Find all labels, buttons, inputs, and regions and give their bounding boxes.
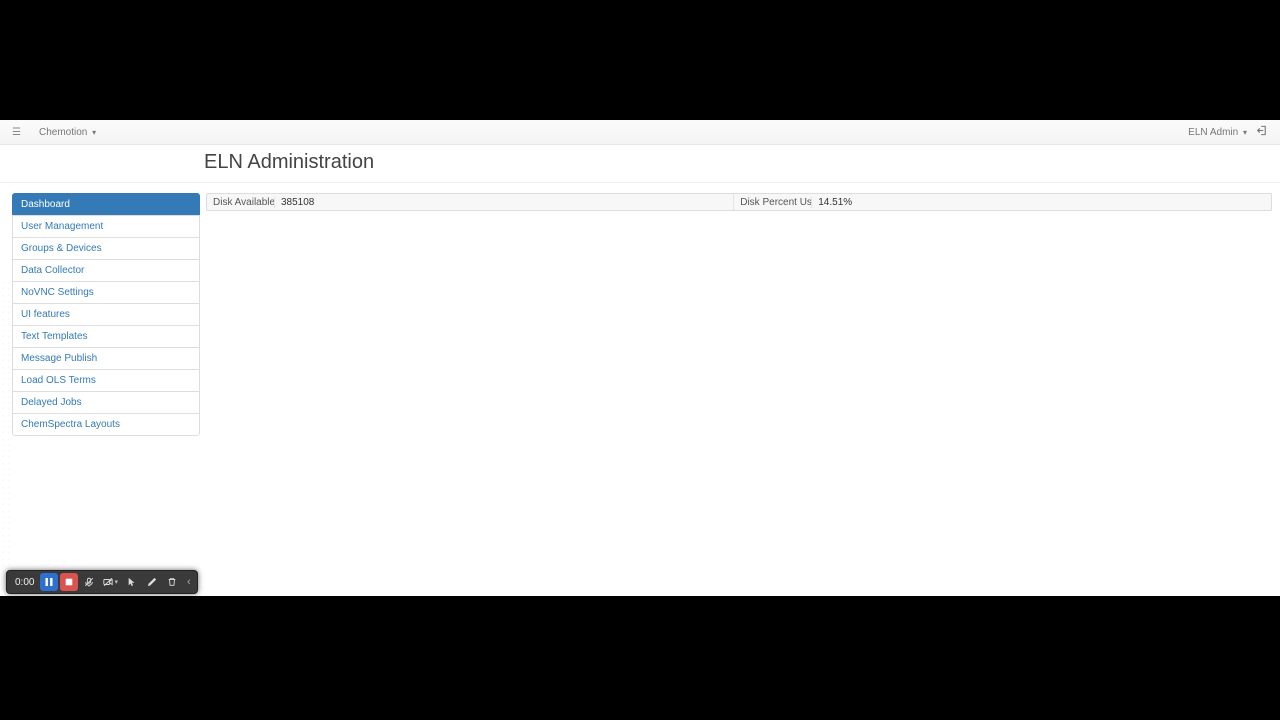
disk-percent-value: 14.51% — [812, 197, 858, 208]
stop-button[interactable] — [60, 573, 78, 591]
sidebar-item-label: ChemSpectra Layouts — [21, 419, 120, 430]
sidebar-item-groups-devices[interactable]: Groups & Devices — [12, 237, 200, 260]
sidebar-item-message-publish[interactable]: Message Publish — [12, 347, 200, 370]
sidebar-item-label: Load OLS Terms — [21, 375, 96, 386]
page-title: ELN Administration — [0, 145, 1280, 183]
mic-off-icon[interactable] — [80, 573, 98, 591]
sidebar-item-delayed-jobs[interactable]: Delayed Jobs — [12, 391, 200, 414]
pen-tool-icon[interactable] — [143, 573, 161, 591]
sidebar-item-label: Dashboard — [21, 199, 70, 210]
sidebar-item-ui-features[interactable]: UI features — [12, 303, 200, 326]
sidebar-item-label: Message Publish — [21, 353, 97, 364]
sidebar-item-label: Delayed Jobs — [21, 397, 82, 408]
logout-icon[interactable] — [1257, 125, 1268, 139]
sidebar-item-label: NoVNC Settings — [21, 287, 94, 298]
sidebar-item-dashboard[interactable]: Dashboard — [12, 193, 200, 216]
user-label: ELN Admin — [1188, 127, 1238, 138]
disk-available-value: 385108 — [275, 197, 320, 208]
disk-info-row: Disk Available (MB) 385108 Disk Percent … — [206, 193, 1272, 211]
sidebar-item-novnc-settings[interactable]: NoVNC Settings — [12, 281, 200, 304]
brand-dropdown[interactable]: Chemotion ▾ — [39, 127, 96, 138]
caret-down-icon: ▾ — [114, 578, 118, 586]
sidebar-item-label: User Management — [21, 221, 103, 232]
collapse-icon[interactable]: ‹ — [183, 576, 193, 588]
pause-button[interactable] — [40, 573, 58, 591]
sidebar-item-label: Text Templates — [21, 331, 88, 342]
sidebar-item-chemspectra-layouts[interactable]: ChemSpectra Layouts — [12, 413, 200, 436]
sidebar-item-user-management[interactable]: User Management — [12, 215, 200, 238]
sidebar-item-label: UI features — [21, 309, 70, 320]
brand-label: Chemotion — [39, 127, 87, 138]
sidebar-nav: Dashboard User Management Groups & Devic… — [12, 193, 200, 435]
navbar: ☰ Chemotion ▾ ELN Admin ▾ — [0, 120, 1280, 145]
dashboard-content: Disk Available (MB) 385108 Disk Percent … — [206, 193, 1272, 435]
webcam-off-icon[interactable]: ▾ — [100, 573, 121, 591]
sidebar-item-text-templates[interactable]: Text Templates — [12, 325, 200, 348]
caret-down-icon: ▾ — [1243, 128, 1247, 137]
disk-available-label: Disk Available (MB) — [207, 197, 275, 208]
recorder-toolbar: 0:00 ▾ ‹ — [6, 570, 198, 594]
sidebar-item-data-collector[interactable]: Data Collector — [12, 259, 200, 282]
sidebar-item-label: Data Collector — [21, 265, 84, 276]
hamburger-icon[interactable]: ☰ — [12, 127, 21, 138]
sidebar-item-label: Groups & Devices — [21, 243, 102, 254]
sidebar-item-load-ols-terms[interactable]: Load OLS Terms — [12, 369, 200, 392]
cursor-tool-icon[interactable] — [123, 573, 141, 591]
recorder-time: 0:00 — [11, 577, 38, 588]
disk-percent-label: Disk Percent Used (%) — [734, 197, 812, 208]
app-window: ☰ Chemotion ▾ ELN Admin ▾ ELN Administra… — [0, 120, 1280, 596]
user-menu[interactable]: ELN Admin ▾ — [1188, 127, 1247, 138]
caret-down-icon: ▾ — [92, 128, 96, 137]
trash-icon[interactable] — [163, 573, 181, 591]
